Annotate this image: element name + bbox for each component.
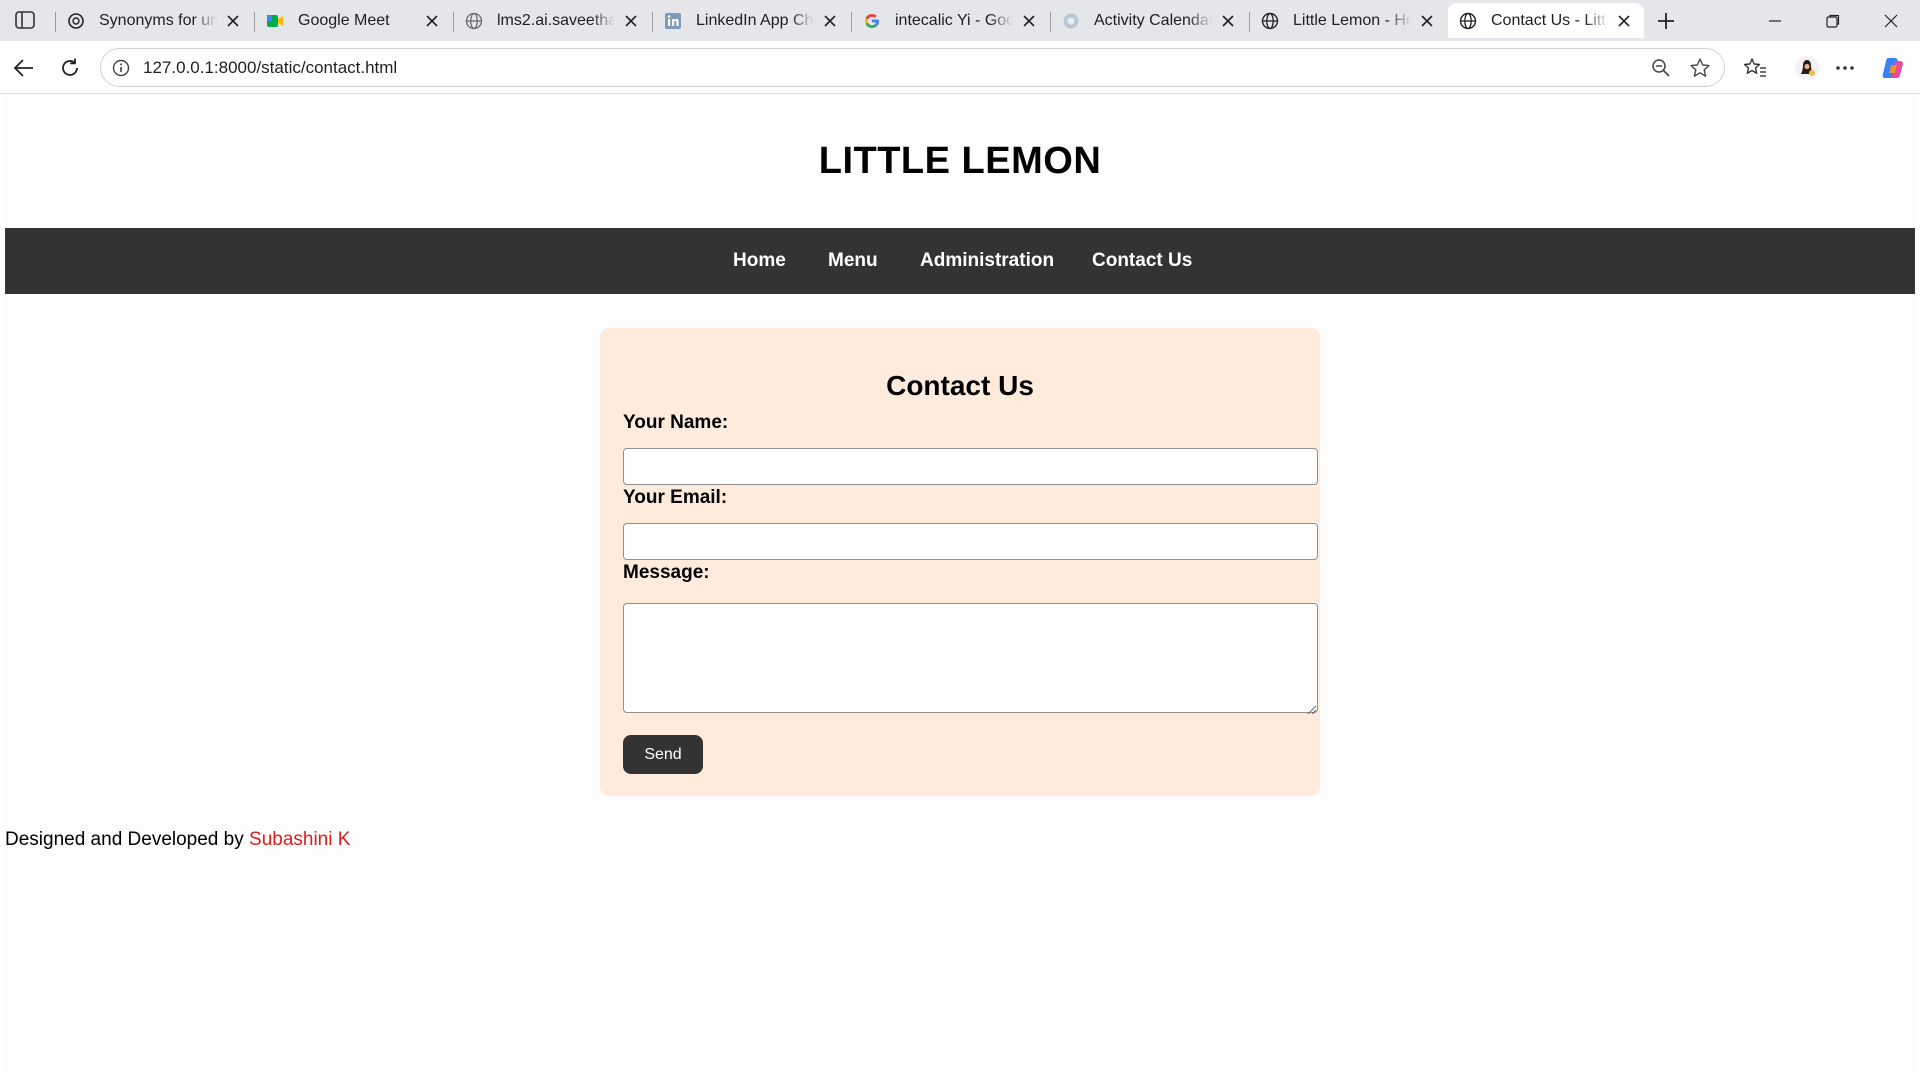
close-tab-icon[interactable] <box>621 11 641 31</box>
email-input[interactable] <box>623 523 1318 560</box>
close-tab-icon[interactable] <box>422 11 442 31</box>
restore-icon[interactable] <box>1803 0 1863 41</box>
browser-tab[interactable]: Activity Calendar - <box>1051 3 1248 38</box>
message-label: Message: <box>623 562 710 583</box>
close-tab-icon[interactable] <box>1218 11 1238 31</box>
google-icon <box>863 12 881 30</box>
chatgpt-icon <box>67 12 85 30</box>
close-tab-icon[interactable] <box>1019 11 1039 31</box>
name-input[interactable] <box>623 448 1318 485</box>
tab-label: Little Lemon - Home <box>1293 11 1411 29</box>
browser-tab[interactable]: lms2.ai.saveetha.in <box>454 3 651 38</box>
zoom-out-icon[interactable] <box>1650 57 1672 79</box>
close-window-icon[interactable] <box>1861 0 1920 41</box>
browser-tab-strip: Synonyms for unusual Google Meet lms2.ai… <box>0 0 1920 41</box>
close-tab-icon[interactable] <box>820 11 840 31</box>
tab-label: Synonyms for unusual <box>99 11 217 29</box>
email-label: Your Email: <box>623 487 728 508</box>
name-label: Your Name: <box>623 412 729 433</box>
sidebar-toggle-icon[interactable] <box>12 8 38 32</box>
nav-link-menu[interactable]: Menu <box>828 228 878 294</box>
nav-link-contact-us[interactable]: Contact Us <box>1092 228 1192 294</box>
tab-label: Contact Us - Little Lemon <box>1491 11 1608 29</box>
message-textarea[interactable] <box>623 603 1318 713</box>
globe-icon <box>465 12 483 30</box>
browser-tab[interactable]: Little Lemon - Home <box>1250 3 1447 38</box>
site-info-icon[interactable] <box>111 58 131 78</box>
copilot-icon[interactable] <box>1878 53 1908 83</box>
site-title: LITTLE LEMON <box>818 140 1102 182</box>
calendar-icon <box>1062 12 1080 30</box>
browser-toolbar: 127.0.0.1:8000/static/contact.html <box>0 41 1920 94</box>
footer-credit-text: Designed and Developed by <box>5 829 244 850</box>
navbar: Home Menu Administration Contact Us <box>5 228 1915 294</box>
tab-label: intecalic Yi - Google Search <box>895 11 1013 29</box>
browser-tab[interactable]: LinkedIn App Challenge <box>653 3 850 38</box>
resize-grip-icon[interactable] <box>1307 702 1317 715</box>
site-header: LITTLE LEMON <box>5 95 1915 228</box>
address-bar[interactable]: 127.0.0.1:8000/static/contact.html <box>100 48 1725 87</box>
contact-form-card: Contact Us Your Name: Your Email: Messag… <box>600 328 1320 796</box>
tab-label: lms2.ai.saveetha.in <box>497 11 615 29</box>
nav-link-administration[interactable]: Administration <box>920 228 1054 294</box>
nav-link-home[interactable]: Home <box>733 228 786 294</box>
author-link[interactable]: Subashini K <box>249 829 350 850</box>
minimize-icon[interactable] <box>1745 0 1805 41</box>
tab-label: Google Meet <box>298 11 390 29</box>
new-tab-plus-icon[interactable] <box>1652 7 1680 35</box>
more-options-icon[interactable] <box>1830 53 1860 83</box>
tab-label: Activity Calendar - <box>1094 11 1212 29</box>
reload-icon[interactable] <box>55 53 85 83</box>
linkedin-icon <box>664 12 682 30</box>
url-text: 127.0.0.1:8000/static/contact.html <box>143 58 398 77</box>
browser-tab[interactable]: intecalic Yi - Google Search <box>852 3 1049 38</box>
globe-icon <box>1459 12 1477 30</box>
google-meet-icon <box>266 12 284 30</box>
tab-label: LinkedIn App Challenge <box>696 11 814 29</box>
send-button[interactable]: Send <box>623 735 703 774</box>
favorite-star-icon[interactable] <box>1688 56 1712 80</box>
browser-tab-active[interactable]: Contact Us - Little Lemon <box>1448 3 1644 38</box>
close-tab-icon[interactable] <box>1417 11 1437 31</box>
back-arrow-icon[interactable] <box>9 53 39 83</box>
form-heading: Contact Us <box>886 370 1034 401</box>
footer-credit: Designed and Developed by Subashini K <box>5 829 350 851</box>
globe-icon <box>1261 12 1279 30</box>
favorites-icon[interactable] <box>1740 53 1770 83</box>
close-tab-icon[interactable] <box>1614 11 1634 31</box>
browser-tab[interactable]: Synonyms for unusual <box>56 3 253 38</box>
page-viewport: LITTLE LEMON Home Menu Administration Co… <box>5 95 1915 1075</box>
browser-tab[interactable]: Google Meet <box>255 3 452 38</box>
profile-avatar-icon[interactable] <box>1792 53 1822 83</box>
close-tab-icon[interactable] <box>223 11 243 31</box>
